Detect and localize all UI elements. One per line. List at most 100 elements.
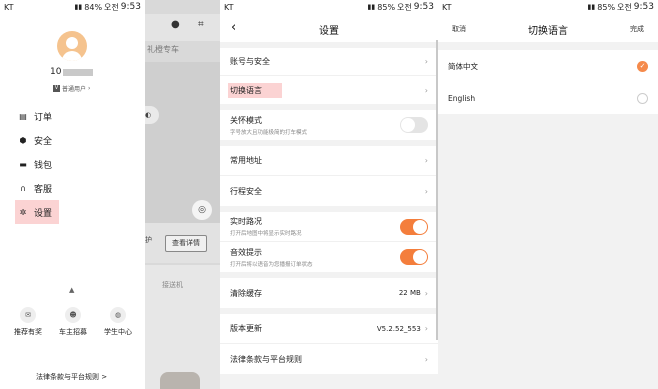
row-trip-safety[interactable]: 行程安全 › xyxy=(220,176,438,206)
language-screen: KT ▮▮ 85% 오전 9:53 取消 切换语言 完成 简体中文 ✓ Engl… xyxy=(438,0,658,389)
masked-id xyxy=(63,68,94,76)
chevron-up-icon[interactable]: ▲ xyxy=(69,286,74,294)
quick-referral[interactable]: ✉ 推荐有奖 xyxy=(8,307,48,337)
clock: 9:53 xyxy=(120,2,141,12)
menu-item-orders[interactable]: ▤ 订单 xyxy=(15,104,135,128)
signal-icon: ▮▮ xyxy=(367,3,376,11)
menu-item-settings[interactable]: ✲ 设置 xyxy=(15,200,59,224)
gear-icon: ✲ xyxy=(19,207,27,217)
row-label: 清除缓存 xyxy=(230,288,262,298)
menu-label: 订单 xyxy=(34,112,53,123)
quick-label: 学生中心 xyxy=(104,328,132,336)
gift-icon: ✉ xyxy=(20,307,36,323)
row-clear-cache[interactable]: 清除缓存 22 MB › xyxy=(220,278,438,308)
menu-item-support[interactable]: ∩ 客服 xyxy=(15,176,135,200)
menu-label: 钱包 xyxy=(34,160,53,171)
scrollbar[interactable] xyxy=(436,40,438,340)
chevron-right-icon: › xyxy=(424,85,428,95)
quick-links: ✉ 推荐有奖 ☻ 车主招募 ◍ 学生中心 xyxy=(8,307,138,337)
legal-link[interactable]: 法律条款与平台规则 > xyxy=(36,372,107,382)
cache-size: 22 MB xyxy=(398,289,421,297)
order-icon: ▤ xyxy=(19,111,27,121)
chevron-right-icon: › xyxy=(424,324,428,333)
chevron-right-icon: › xyxy=(88,85,91,92)
notice-text: 护 xyxy=(145,236,152,244)
row-legal[interactable]: 法律条款与平台规则 › xyxy=(220,344,438,374)
settings-group-cache: 清除缓存 22 MB › xyxy=(220,278,438,308)
live-traffic-toggle[interactable] xyxy=(400,218,428,235)
vip-icon: V xyxy=(53,85,60,92)
quick-label: 车主招募 xyxy=(59,328,87,336)
chevron-right-icon: › xyxy=(424,354,428,364)
sound-tips-toggle[interactable] xyxy=(400,249,428,265)
battery-level: 85% xyxy=(377,2,396,12)
language-label: English xyxy=(448,93,476,103)
service-tab[interactable]: 礼橙专车 xyxy=(147,44,179,55)
row-account-security[interactable]: 账号与安全 › xyxy=(220,48,438,76)
carrier: KT xyxy=(442,2,452,12)
row-label: 切换语言 xyxy=(228,82,282,98)
signal-icon: ▮▮ xyxy=(74,3,83,11)
menu-label: 安全 xyxy=(34,136,53,147)
quick-label: 推荐有奖 xyxy=(14,328,42,336)
settings-screen: KT ▮▮ 85% 오전 9:53 ‹ 设置 账号与安全 › 切换语言 › 关怀… xyxy=(220,0,438,389)
member-level-label: 普通用户 xyxy=(62,86,87,93)
settings-group-map: 实时路况 打开后地图中将显示实时路况 音效提示 打开后将以语音为您播报订单状态 xyxy=(220,212,438,272)
care-mode-toggle[interactable] xyxy=(400,117,428,133)
student-icon: ◍ xyxy=(110,307,126,323)
version-number: V5.2.52_553 xyxy=(376,324,421,333)
done-button[interactable]: 完成 xyxy=(630,24,644,34)
view-details-button[interactable]: 查看详情 xyxy=(165,235,207,252)
airport-pickup-label[interactable]: 接送机 xyxy=(162,280,183,290)
banner-image xyxy=(160,372,200,389)
app-home-with-drawer: ● ⌗ 礼橙专车 ◐ ◎ 护 查看详情 接送机 KT ▮▮ 84% 오전 9:5… xyxy=(0,0,220,389)
status-bar: KT ▮▮ 84% 오전 9:53 xyxy=(0,0,145,14)
row-label: 版本更新 xyxy=(230,324,262,333)
member-level[interactable]: V 普通用户 › xyxy=(53,84,90,93)
user-id-prefix: 10 xyxy=(50,67,62,77)
chevron-right-icon: › xyxy=(424,57,428,66)
row-common-address[interactable]: 常用地址 › xyxy=(220,146,438,176)
row-live-traffic: 实时路况 打开后地图中将显示实时路况 xyxy=(220,212,438,242)
row-desc: 字号放大且功能极简的打车模式 xyxy=(230,129,308,136)
battery-level: 85% xyxy=(597,2,616,12)
chevron-right-icon: › xyxy=(424,186,428,196)
carrier: KT xyxy=(224,2,234,12)
side-drawer: KT ▮▮ 84% 오전 9:53 10 V 普通用户 › ▤ 订单 ⬢ 安全 … xyxy=(0,0,145,389)
language-list: 简体中文 ✓ English xyxy=(438,50,658,114)
chat-icon[interactable]: ● xyxy=(171,19,180,30)
menu-item-wallet[interactable]: ▬ 钱包 xyxy=(15,152,135,176)
locate-icon[interactable]: ◎ xyxy=(192,200,212,220)
ampm: 오전 xyxy=(397,2,412,12)
ampm: 오전 xyxy=(104,2,119,12)
menu-item-security[interactable]: ⬢ 安全 xyxy=(15,128,135,152)
row-label: 音效提示 xyxy=(230,247,262,257)
nav-bar: ‹ 设置 xyxy=(220,14,438,42)
clock: 9:53 xyxy=(633,2,654,12)
wallet-icon: ▬ xyxy=(19,159,27,169)
user-id: 10 xyxy=(50,67,94,77)
status-bar: KT ▮▮ 85% 오전 9:53 xyxy=(220,0,438,14)
signal-icon: ▮▮ xyxy=(587,3,596,11)
settings-group-account: 账号与安全 › 切换语言 › xyxy=(220,48,438,104)
quick-driver-recruit[interactable]: ☻ 车主招募 xyxy=(53,307,93,337)
row-desc: 打开后将以语音为您播报订单状态 xyxy=(230,261,313,268)
chevron-right-icon: › xyxy=(424,288,428,298)
check-icon[interactable]: ✓ xyxy=(637,60,648,72)
quick-student-center[interactable]: ◍ 学生中心 xyxy=(98,307,138,337)
avatar[interactable] xyxy=(57,31,87,61)
row-desc: 打开后地图中将显示实时路况 xyxy=(230,231,302,237)
headset-icon: ∩ xyxy=(20,183,26,193)
top-bar-bg xyxy=(145,14,220,41)
scan-icon[interactable]: ⌗ xyxy=(198,19,204,30)
carrier: KT xyxy=(4,2,14,12)
row-label: 法律条款与平台规则 xyxy=(230,354,302,364)
radio-icon[interactable] xyxy=(637,92,648,104)
row-switch-language[interactable]: 切换语言 › xyxy=(220,76,438,104)
language-option-zh[interactable]: 简体中文 ✓ xyxy=(438,50,658,82)
settings-group-address: 常用地址 › 行程安全 › xyxy=(220,146,438,206)
row-version-update[interactable]: 版本更新 V5.2.52_553 › xyxy=(220,314,438,344)
row-sound-tips: 音效提示 打开后将以语音为您播报订单状态 xyxy=(220,242,438,272)
language-option-en[interactable]: English xyxy=(438,82,658,114)
page-title: 设置 xyxy=(319,26,339,37)
